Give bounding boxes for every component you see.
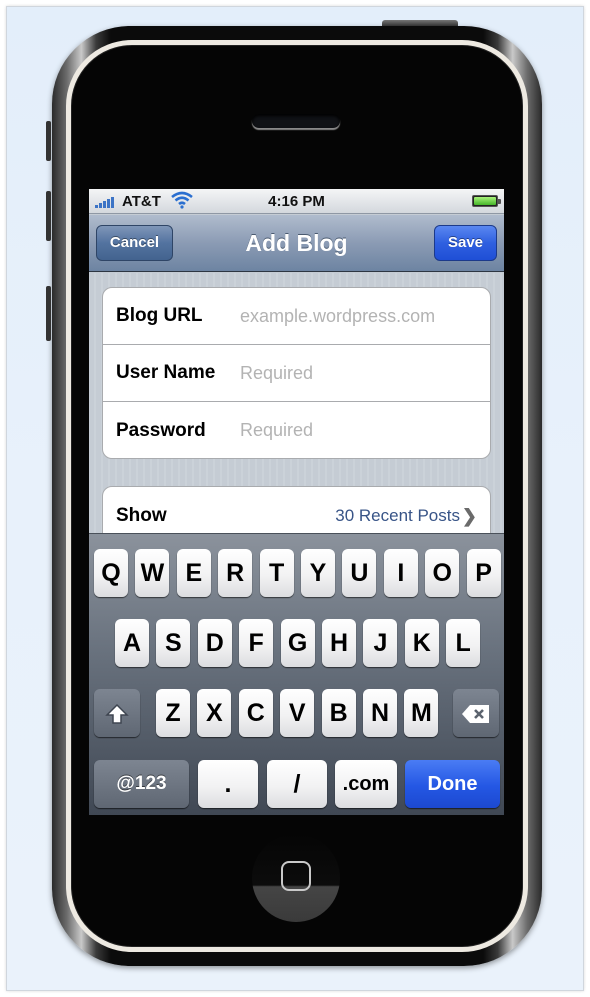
- blog-url-input[interactable]: [240, 305, 470, 327]
- key-g[interactable]: G: [280, 619, 315, 667]
- slash-key[interactable]: /: [267, 760, 327, 808]
- key-u[interactable]: U: [342, 549, 377, 597]
- home-button[interactable]: [252, 834, 340, 922]
- login-group: Blog URL User Name Password: [102, 287, 491, 459]
- key-r[interactable]: R: [218, 549, 253, 597]
- keyboard: QWERTYUIOP ASDFGHJKL ZXCVBNM @123 . / .c…: [89, 533, 504, 815]
- shift-icon: [105, 704, 129, 725]
- battery-full-icon: [472, 195, 501, 207]
- volume-up-button[interactable]: [46, 191, 51, 241]
- key-x[interactable]: X: [197, 689, 232, 737]
- show-value: 30 Recent Posts: [335, 506, 460, 525]
- key-q[interactable]: Q: [94, 549, 128, 597]
- save-button[interactable]: Save: [434, 225, 497, 261]
- password-label: Password: [116, 419, 206, 441]
- screen: AT&T 4:16 PM Cancel Add Blog Save Blog U…: [89, 189, 504, 815]
- key-b[interactable]: B: [321, 689, 356, 737]
- form-content: Blog URL User Name Password Show 30 Rece…: [89, 273, 504, 546]
- numbers-key[interactable]: @123: [94, 760, 189, 808]
- blog-url-row: Blog URL: [103, 288, 490, 345]
- status-bar: AT&T 4:16 PM: [89, 189, 504, 214]
- key-i[interactable]: I: [383, 549, 418, 597]
- key-c[interactable]: C: [238, 689, 273, 737]
- delete-key[interactable]: [453, 689, 499, 737]
- key-f[interactable]: F: [239, 619, 274, 667]
- key-w[interactable]: W: [135, 549, 170, 597]
- chevron-right-icon: ❯: [461, 505, 477, 526]
- period-key[interactable]: .: [198, 760, 258, 808]
- key-t[interactable]: T: [259, 549, 294, 597]
- key-p[interactable]: P: [466, 549, 501, 597]
- password-row: Password: [103, 402, 490, 459]
- key-v[interactable]: V: [280, 689, 315, 737]
- user-name-row: User Name: [103, 345, 490, 402]
- key-s[interactable]: S: [156, 619, 191, 667]
- delete-icon: [462, 705, 489, 724]
- user-name-input[interactable]: [240, 362, 470, 384]
- key-h[interactable]: H: [322, 619, 356, 667]
- mute-switch[interactable]: [46, 121, 51, 161]
- earpiece-speaker: [252, 114, 340, 128]
- key-l[interactable]: L: [446, 619, 481, 667]
- done-key[interactable]: Done: [405, 760, 500, 808]
- show-label: Show: [116, 505, 167, 526]
- dotcom-key[interactable]: .com: [335, 760, 397, 808]
- key-e[interactable]: E: [176, 549, 211, 597]
- user-name-label: User Name: [116, 362, 216, 383]
- key-z[interactable]: Z: [156, 689, 190, 737]
- shift-key[interactable]: [94, 689, 140, 737]
- key-y[interactable]: Y: [301, 549, 335, 597]
- home-square-icon: [281, 861, 311, 891]
- navigation-bar: Cancel Add Blog Save: [89, 215, 504, 272]
- key-n[interactable]: N: [363, 689, 397, 737]
- key-d[interactable]: D: [197, 619, 232, 667]
- password-input[interactable]: [240, 420, 470, 441]
- volume-down-button[interactable]: [46, 286, 51, 341]
- key-j[interactable]: J: [363, 619, 398, 667]
- key-k[interactable]: K: [404, 619, 439, 667]
- key-o[interactable]: O: [425, 549, 460, 597]
- clock: 4:16 PM: [268, 193, 325, 210]
- sleep-button[interactable]: [382, 20, 458, 26]
- key-a[interactable]: A: [115, 619, 149, 667]
- blog-url-label: Blog URL: [116, 305, 203, 326]
- key-m[interactable]: M: [404, 689, 439, 737]
